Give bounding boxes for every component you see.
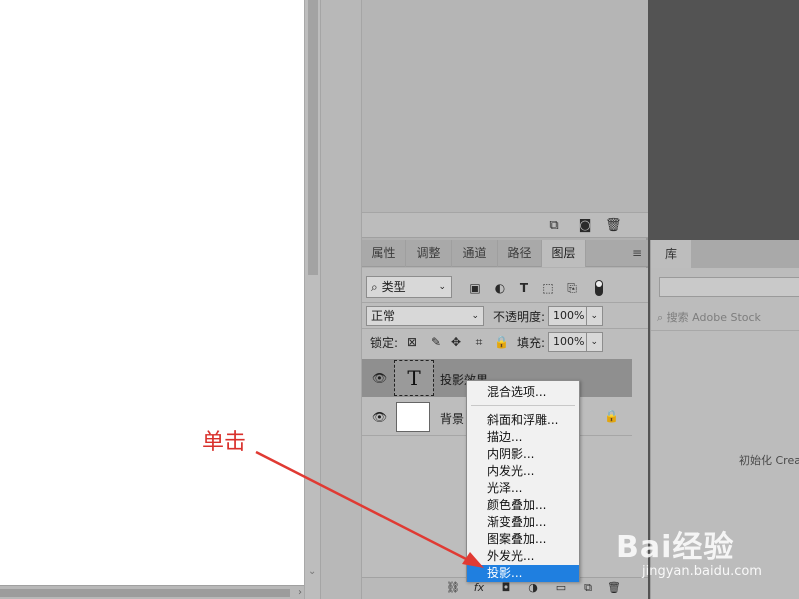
layer-style-context-menu: 混合选项... 斜面和浮雕... 描边... 内阴影... 内发光... 光泽.… — [466, 380, 580, 582]
fill-field[interactable]: 100% ⌄ — [548, 332, 603, 352]
lock-artboard-icon[interactable]: ⌗ — [472, 335, 486, 349]
menu-item-inner-shadow[interactable]: 内阴影... — [467, 446, 579, 463]
blend-mode-value: 正常 — [371, 309, 396, 323]
adjustment-filter-icon[interactable]: ◐ — [493, 281, 507, 295]
lock-transparent-icon[interactable]: ⊠ — [405, 335, 419, 349]
shape-filter-icon[interactable]: ⬚ — [541, 281, 555, 295]
library-search-placeholder: 搜索 Adobe Stock — [666, 311, 761, 324]
blend-row: 正常 ⌄ 不透明度: 100% ⌄ — [362, 302, 648, 328]
baidu-jingyan-watermark: Bai经验 jingyan.baidu.com — [612, 512, 792, 596]
field-divider — [586, 307, 587, 325]
library-tabs: 库 — [651, 240, 799, 268]
search-icon: ⌕ — [371, 280, 378, 294]
chevron-down-icon: ⌄ — [471, 311, 479, 321]
new-layer-icon[interactable]: ⧉ — [581, 581, 595, 595]
menu-item-outer-glow[interactable]: 外发光... — [467, 548, 579, 565]
layers-panel-tabs: 属性 调整 通道 路径 图层 ≡ — [362, 240, 648, 267]
lock-label: 锁定: — [370, 336, 399, 350]
field-divider — [586, 333, 587, 351]
trash-icon[interactable]: 🗑 — [605, 218, 622, 234]
menu-item-inner-glow[interactable]: 内发光... — [467, 463, 579, 480]
layer-mask-icon[interactable]: ◘ — [499, 581, 513, 595]
chevron-down-icon[interactable]: ⌄ — [590, 307, 598, 325]
tab-adjustments[interactable]: 调整 — [406, 240, 452, 267]
menu-item-gradient-overlay[interactable]: 渐变叠加... — [467, 514, 579, 531]
chevron-down-icon[interactable]: ⌄ — [590, 333, 598, 351]
panel-dock-strip — [320, 0, 362, 599]
fx-icon[interactable]: fx — [472, 581, 486, 595]
opacity-value: 100% — [553, 309, 585, 322]
adjustment-layer-icon[interactable]: ◑ — [526, 581, 540, 595]
blend-mode-select[interactable]: 正常 ⌄ — [366, 306, 484, 326]
lock-row: 锁定: ⊠ ✎ ✥ ⌗ 🔒 填充: 100% ⌄ — [362, 328, 648, 354]
menu-item-pattern-overlay[interactable]: 图案叠加... — [467, 531, 579, 548]
menu-item-bevel-emboss[interactable]: 斜面和浮雕... — [467, 412, 579, 429]
watermark-brand: Bai经验 — [616, 530, 735, 565]
lock-icon: 🔒 — [604, 409, 619, 423]
link-layers-icon[interactable]: ⛓ — [446, 581, 460, 595]
group-folder-icon[interactable]: ▭ — [554, 581, 568, 595]
menu-item-blending-options[interactable]: 混合选项... — [467, 384, 579, 401]
layer-filter-select[interactable]: ⌕ 类型 ⌄ — [366, 276, 452, 298]
menu-item-drop-shadow[interactable]: 投影... — [467, 565, 579, 582]
horizontal-scroll-thumb[interactable] — [0, 589, 290, 597]
background-layer-thumbnail — [396, 402, 430, 432]
pixel-filter-icon[interactable]: ▣ — [468, 281, 482, 295]
filter-toggle[interactable] — [595, 280, 603, 296]
scroll-right-icon[interactable]: › — [298, 586, 302, 599]
lock-all-icon[interactable]: 🔒 — [494, 335, 509, 349]
panel-menu-icon[interactable]: ≡ — [632, 246, 642, 260]
annotation-label: 单击 — [202, 430, 247, 455]
divider — [651, 330, 799, 331]
visibility-eye-icon[interactable]: 👁 — [372, 371, 387, 385]
opacity-label: 不透明度: — [493, 310, 546, 324]
horizontal-scrollbar[interactable]: › — [0, 585, 304, 599]
tab-channels[interactable]: 通道 — [452, 240, 498, 267]
smart-object-filter-icon[interactable]: ⎘ — [565, 281, 579, 295]
chevron-down-icon: ⌄ — [438, 282, 446, 292]
scroll-down-icon[interactable]: ⌄ — [308, 566, 316, 577]
library-select[interactable] — [659, 277, 799, 297]
top-panel-content — [362, 0, 648, 212]
tab-layers[interactable]: 图层 — [542, 240, 586, 267]
library-status-text: 初始化 Crea — [739, 454, 799, 467]
tab-properties[interactable]: 属性 — [362, 240, 406, 267]
fill-label: 填充: — [517, 336, 546, 350]
text-layer-thumbnail: T — [394, 360, 434, 396]
layer-name[interactable]: 背景 — [440, 410, 464, 427]
top-panel-toolbar: ⧉ ◙ 🗑 — [362, 212, 648, 238]
menu-item-stroke[interactable]: 描边... — [467, 429, 579, 446]
camera-icon[interactable]: ◙ — [577, 218, 593, 234]
vertical-scrollbar[interactable]: ⌄ — [304, 0, 320, 599]
layer-filter-row: ⌕ 类型 ⌄ ▣ ◐ T ⬚ ⎘ — [362, 272, 648, 300]
tab-paths[interactable]: 路径 — [498, 240, 542, 267]
vertical-scroll-thumb[interactable] — [308, 0, 318, 275]
search-icon: ⌕ — [657, 311, 664, 324]
visibility-eye-icon[interactable]: 👁 — [372, 410, 387, 424]
menu-separator — [471, 405, 575, 406]
lock-paint-brush-icon[interactable]: ✎ — [429, 335, 443, 349]
type-filter-icon[interactable]: T — [517, 281, 531, 295]
document-canvas[interactable] — [0, 0, 304, 585]
watermark-url: jingyan.baidu.com — [642, 564, 762, 579]
new-snapshot-icon[interactable]: ⧉ — [546, 218, 562, 234]
library-search[interactable]: ⌕ 搜索 Adobe Stock — [657, 309, 761, 325]
fill-value: 100% — [553, 335, 585, 348]
tab-library[interactable]: 库 — [651, 240, 691, 268]
menu-item-color-overlay[interactable]: 颜色叠加... — [467, 497, 579, 514]
opacity-field[interactable]: 100% ⌄ — [548, 306, 603, 326]
menu-item-satin[interactable]: 光泽... — [467, 480, 579, 497]
filter-label: 类型 — [381, 280, 406, 294]
lock-move-icon[interactable]: ✥ — [449, 335, 463, 349]
